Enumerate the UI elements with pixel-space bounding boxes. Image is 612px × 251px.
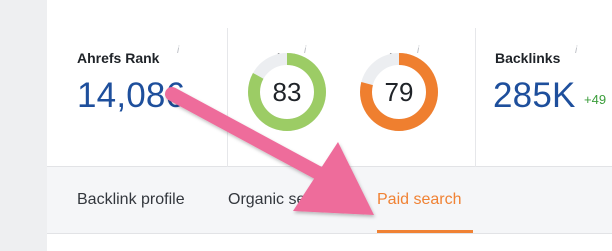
- info-icon[interactable]: i: [575, 45, 577, 56]
- card-divider: [227, 28, 228, 178]
- tab-paid-search[interactable]: Paid search: [377, 191, 462, 209]
- active-tab-indicator: [377, 230, 473, 233]
- metrics-panel: Ahrefs Rank i 14,086 UR i 83 DR i 79 Bac…: [47, 12, 612, 178]
- card-divider: [475, 28, 476, 178]
- info-icon[interactable]: i: [177, 45, 179, 56]
- dr-gauge: 79: [357, 50, 441, 134]
- ahrefs-rank-label: Ahrefs Rank: [77, 50, 160, 66]
- left-rail: [0, 0, 47, 251]
- backlinks-delta: +49: [584, 92, 607, 107]
- content-area: [47, 234, 612, 251]
- tab-backlink-profile[interactable]: Backlink profile: [77, 191, 185, 209]
- report-tabs: Backlink profile Organic search Paid sea…: [47, 167, 612, 234]
- ahrefs-rank-value[interactable]: 14,086: [77, 76, 185, 116]
- dr-value: 79: [384, 76, 414, 107]
- backlinks-value[interactable]: 285K: [493, 76, 576, 116]
- ur-gauge: 83: [245, 50, 329, 134]
- backlinks-label: Backlinks: [495, 50, 561, 66]
- tab-organic-search[interactable]: Organic search: [228, 191, 337, 209]
- top-strip: [47, 0, 612, 12]
- ur-value: 83: [272, 76, 302, 107]
